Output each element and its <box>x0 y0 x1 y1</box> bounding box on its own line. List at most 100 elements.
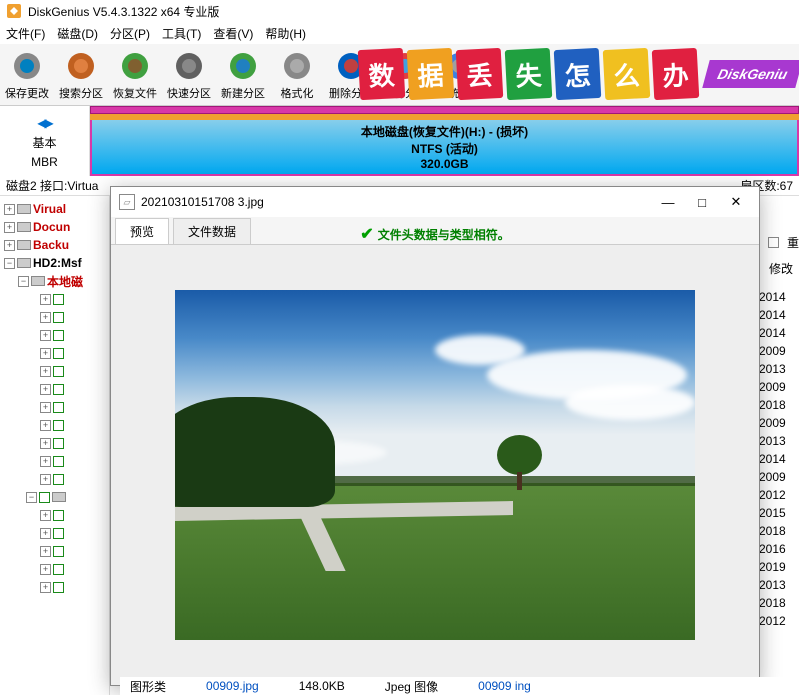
tree-folder-item[interactable]: + <box>0 452 109 470</box>
preview-tabs: 预览 文件数据 ✔ 文件头数据与类型相符。 <box>111 217 759 245</box>
tree-folder-item[interactable]: + <box>0 380 109 398</box>
tree-folder-item[interactable]: + <box>0 344 109 362</box>
expand-icon[interactable]: + <box>40 330 51 341</box>
checkbox[interactable] <box>53 294 64 305</box>
disk-label: 本地磁盘(恢复文件)(H:) - (损坏) <box>361 123 528 140</box>
tree-folder-item[interactable]: + <box>0 470 109 488</box>
date-cell: 2009 <box>759 468 799 486</box>
promo-brand: DiskGeniu <box>702 60 799 88</box>
checkbox[interactable] <box>53 564 64 575</box>
expand-icon[interactable]: + <box>4 204 15 215</box>
tree-item[interactable]: +Backu <box>0 236 109 254</box>
preview-image <box>175 290 695 640</box>
checkbox[interactable] <box>53 528 64 539</box>
expand-icon[interactable]: + <box>40 402 51 413</box>
checkbox[interactable] <box>53 582 64 593</box>
toolbar-button[interactable]: 恢复文件 <box>108 45 162 105</box>
checkbox[interactable] <box>53 402 64 413</box>
tree-folder-item[interactable]: + <box>0 434 109 452</box>
expand-icon[interactable]: + <box>40 420 51 431</box>
expand-icon[interactable]: + <box>40 348 51 359</box>
expand-icon[interactable]: + <box>40 456 51 467</box>
promo-card: 数 <box>357 48 405 100</box>
tree-item[interactable]: −HD2:Msf <box>0 254 109 272</box>
close-button[interactable]: ✕ <box>729 195 743 209</box>
minimize-button[interactable]: — <box>661 195 675 209</box>
toolbar-button[interactable]: 快速分区 <box>162 45 216 105</box>
preview-titlebar[interactable]: ▱ 20210310151708 3.jpg — □ ✕ <box>111 187 759 217</box>
tool-icon <box>226 49 260 83</box>
tree-item[interactable]: +Docun <box>0 218 109 236</box>
collapse-icon[interactable]: − <box>4 258 15 269</box>
expand-icon[interactable]: + <box>40 294 51 305</box>
checkbox[interactable] <box>53 438 64 449</box>
expand-icon[interactable]: + <box>40 438 51 449</box>
tree-folder-item[interactable]: + <box>0 560 109 578</box>
tree-folder-item[interactable]: + <box>0 416 109 434</box>
checkbox[interactable] <box>53 384 64 395</box>
header-checkbox[interactable] <box>768 237 779 248</box>
tree-folder-item[interactable]: + <box>0 290 109 308</box>
expand-icon[interactable]: + <box>40 546 51 557</box>
preview-window: ▱ 20210310151708 3.jpg — □ ✕ 预览 文件数据 ✔ 文… <box>110 186 760 686</box>
expand-icon[interactable]: + <box>40 582 51 593</box>
tree-folder-item[interactable]: + <box>0 524 109 542</box>
checkbox[interactable] <box>53 456 64 467</box>
tree-folder-item[interactable]: + <box>0 506 109 524</box>
checkbox[interactable] <box>53 546 64 557</box>
disk-icon <box>52 492 66 502</box>
expand-icon[interactable]: + <box>4 222 15 233</box>
menu-file[interactable]: 文件(F) <box>6 25 45 42</box>
expand-icon[interactable]: + <box>40 564 51 575</box>
disk-map[interactable]: 本地磁盘(恢复文件)(H:) - (损坏) NTFS (活动) 320.0GB <box>90 106 799 176</box>
tree-folder-item[interactable]: + <box>0 308 109 326</box>
expand-icon[interactable]: + <box>40 474 51 485</box>
toolbar-button[interactable]: 新建分区 <box>216 45 270 105</box>
app-title: DiskGenius V5.4.3.1322 x64 专业版 <box>28 3 219 20</box>
tree-folder-item[interactable]: + <box>0 398 109 416</box>
tree-folder-item[interactable]: + <box>0 542 109 560</box>
expand-icon[interactable]: + <box>40 510 51 521</box>
tree-folder-item[interactable]: − <box>0 488 109 506</box>
toolbar-button[interactable]: 格式化 <box>270 45 324 105</box>
file-name[interactable]: 00909 ing <box>478 679 531 693</box>
expand-icon[interactable]: + <box>40 312 51 323</box>
checkbox[interactable] <box>53 510 64 521</box>
checkbox[interactable] <box>53 366 64 377</box>
checkbox[interactable] <box>53 420 64 431</box>
tree-item[interactable]: −本地磁 <box>0 272 109 290</box>
collapse-icon[interactable]: − <box>18 276 29 287</box>
file-name[interactable]: 00909.jpg <box>206 679 259 693</box>
checkbox[interactable] <box>39 492 50 503</box>
expand-icon[interactable]: + <box>40 528 51 539</box>
checkbox[interactable] <box>53 312 64 323</box>
checkbox[interactable] <box>53 348 64 359</box>
tree-item[interactable]: +Virual <box>0 200 109 218</box>
tab-preview[interactable]: 预览 <box>115 218 169 244</box>
maximize-button[interactable]: □ <box>695 195 709 209</box>
menu-disk[interactable]: 磁盘(D) <box>57 25 98 42</box>
menu-partition[interactable]: 分区(P) <box>110 25 150 42</box>
checkbox[interactable] <box>53 330 64 341</box>
menu-tools[interactable]: 工具(T) <box>162 25 201 42</box>
tree-folder-item[interactable]: + <box>0 578 109 596</box>
toolbar-button[interactable]: 搜索分区 <box>54 45 108 105</box>
expand-icon[interactable]: + <box>40 366 51 377</box>
menu-help[interactable]: 帮助(H) <box>265 25 306 42</box>
expand-icon[interactable]: + <box>4 240 15 251</box>
nav-arrows[interactable]: ◀▶ <box>37 114 51 130</box>
toolbar-button[interactable]: 保存更改 <box>0 45 54 105</box>
promo-banner: 数据丢失怎么办 DiskGeniu <box>357 44 799 104</box>
disk-icon <box>17 204 31 214</box>
bottom-row: 图形类 00909.jpg 148.0KB Jpeg 图像 00909 ing <box>120 677 799 695</box>
expand-icon[interactable]: − <box>26 492 37 503</box>
menu-view[interactable]: 查看(V) <box>213 25 253 42</box>
disk-size: 320.0GB <box>420 157 468 171</box>
preview-status: ✔ 文件头数据与类型相符。 <box>360 224 509 244</box>
tool-label: 快速分区 <box>167 85 211 101</box>
expand-icon[interactable]: + <box>40 384 51 395</box>
tree-folder-item[interactable]: + <box>0 362 109 380</box>
checkbox[interactable] <box>53 474 64 485</box>
tab-file-data[interactable]: 文件数据 <box>173 218 251 244</box>
tree-folder-item[interactable]: + <box>0 326 109 344</box>
